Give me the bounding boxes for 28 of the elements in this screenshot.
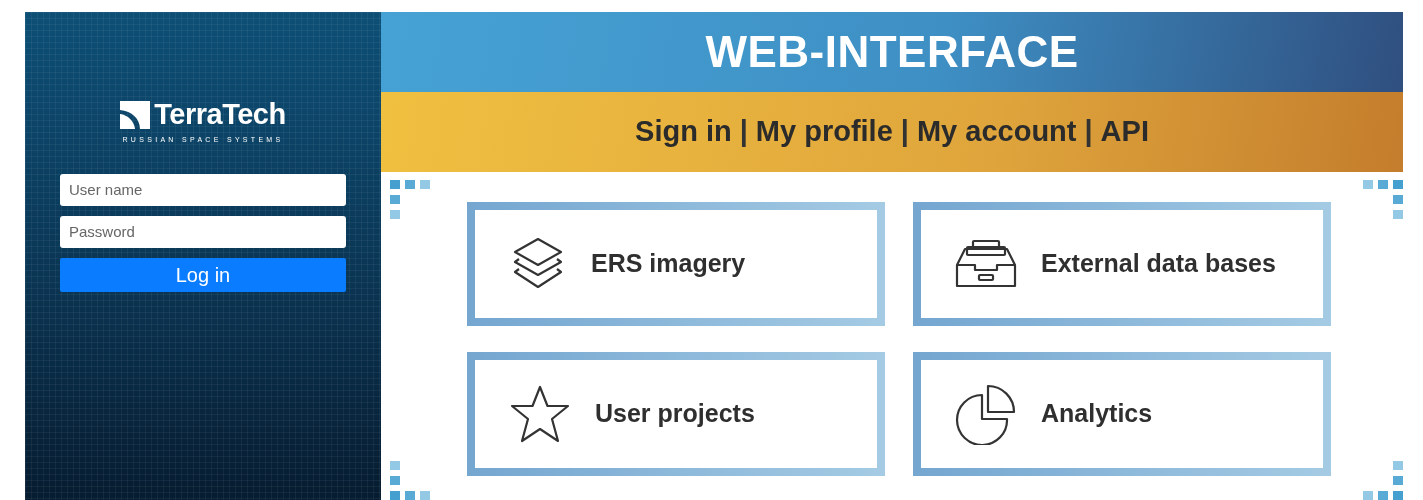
- drawer-icon: [955, 239, 1017, 289]
- feature-tile[interactable]: User projects: [467, 352, 885, 476]
- nav-link[interactable]: My profile: [755, 110, 893, 154]
- tile-label: ERS imagery: [591, 248, 746, 280]
- pixel-corner-icon: [390, 460, 431, 500]
- tile-label: User projects: [595, 398, 755, 430]
- nav-link[interactable]: Sign in: [635, 110, 732, 154]
- tile-label: Analytics: [1041, 398, 1153, 430]
- pixel-corner-icon: [390, 180, 431, 220]
- password-field[interactable]: Password: [60, 215, 346, 248]
- pie-chart-icon: [955, 383, 1017, 445]
- nav-separator: |: [739, 114, 748, 150]
- feature-tile[interactable]: ERS imagery: [467, 202, 885, 326]
- pixel-corner-icon: [1362, 180, 1403, 220]
- login-button[interactable]: Log in: [60, 257, 346, 292]
- tile-label: External data bases: [1041, 248, 1276, 280]
- nav-link[interactable]: API: [1100, 110, 1149, 154]
- feature-tile[interactable]: External data bases: [913, 202, 1331, 326]
- star-icon: [509, 384, 571, 444]
- nav-separator: |: [1084, 114, 1093, 150]
- logo-wordmark: TerraTech: [154, 100, 286, 129]
- nav-link[interactable]: My account: [916, 110, 1077, 154]
- feature-tile[interactable]: Analytics: [913, 352, 1331, 476]
- logo-icon: [120, 100, 151, 129]
- username-field[interactable]: User name: [60, 173, 346, 206]
- pixel-corner-icon: [1362, 460, 1403, 500]
- page-title: WEB-INTERFACE: [705, 26, 1079, 78]
- nav-separator: |: [900, 114, 909, 150]
